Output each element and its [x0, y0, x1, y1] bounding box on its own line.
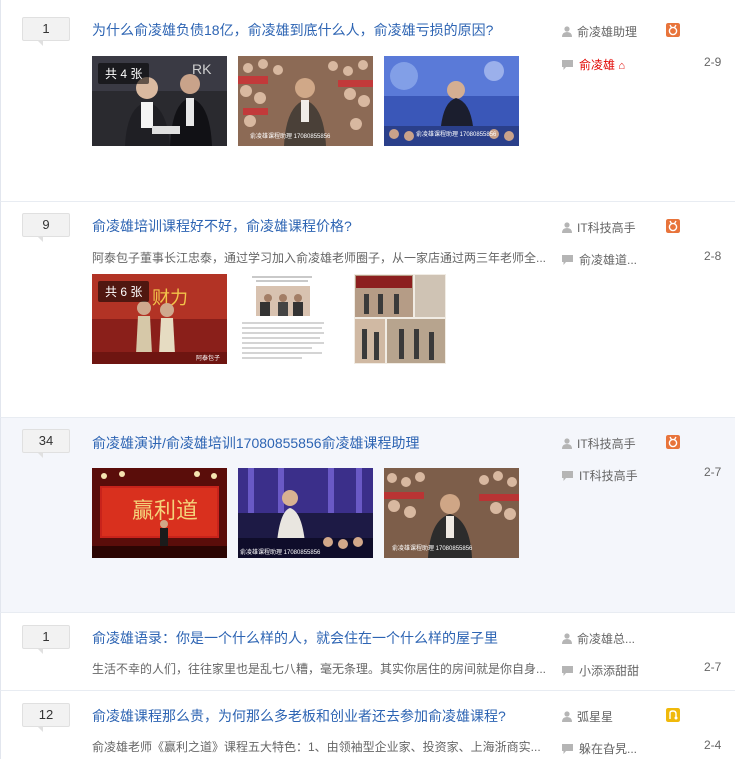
last-reply-date: 2-9 — [704, 55, 722, 69]
thread-item: 12 俞凌雄课程那么贵，为何那么多老板和创业者还去参加俞凌雄课程? 俞凌雄老师《… — [0, 691, 735, 759]
thread-image[interactable]: 俞凌雄课程助理 17080855856 — [384, 56, 519, 146]
photo-stage-lights: 俞凌雄课程助理 17080855856 — [238, 468, 373, 558]
thread-author[interactable]: 俞凌雄助理 — [562, 23, 637, 40]
thread-abstract: 俞凌雄老师《赢利之道》课程五大特色：1、由领袖型企业家、投资家、上海浙商实... — [92, 740, 541, 754]
svg-text:俞凌雄课程助理 17080855856: 俞凌雄课程助理 17080855856 — [416, 130, 497, 138]
user-icon — [562, 26, 572, 37]
thread-title[interactable]: 俞凌雄课程那么贵，为何那么多老板和创业者还去参加俞凌雄课程? — [92, 706, 506, 726]
svg-text:阿泰包子: 阿泰包子 — [196, 354, 220, 362]
thread-abstract: 生活不幸的人们，往往家里也是乱七八糟，毫无条理。其实你居住的房间就是你自身... — [92, 662, 547, 676]
reply-icon — [562, 744, 573, 754]
thread-image[interactable]: 财力 阿泰包子 共 6 张 — [92, 274, 227, 364]
photo-article — [238, 274, 328, 364]
user-icon — [562, 711, 572, 722]
image-count-badge: 共 4 张 — [98, 63, 150, 84]
level-icon — [666, 708, 680, 722]
author-name: 俞凌雄助理 — [577, 25, 638, 39]
level-icon — [666, 219, 680, 233]
last-reply-date: 2-7 — [704, 660, 722, 674]
thread-image[interactable] — [354, 274, 446, 364]
photo-speaker-audience: 俞凌雄课程助理 17080855856 — [384, 468, 519, 558]
replier-name: 小添添甜甜 — [579, 664, 640, 678]
reply-icon — [562, 255, 573, 265]
thread-image[interactable] — [238, 274, 328, 364]
thread-title[interactable]: 俞凌雄演讲/俞凌雄培训17080855856俞凌雄课程助理 — [92, 433, 420, 453]
svg-text:RK: RK — [192, 61, 212, 77]
last-replier[interactable]: 俞凌雄道... — [562, 251, 637, 268]
level-icon — [666, 435, 680, 449]
thread-item: 9 俞凌雄培训课程好不好，俞凌雄课程价格? 阿泰包子董事长江忠泰，通过学习加入俞… — [0, 202, 735, 418]
last-reply-date: 2-8 — [704, 249, 722, 263]
photo-stage-speaker: 俞凌雄课程助理 17080855856 — [384, 56, 519, 146]
thread-image[interactable]: 俞凌雄课程助理 17080855856 — [238, 468, 373, 558]
photo-red-stage: 贏利道 — [92, 468, 227, 558]
thread-image[interactable]: 贏利道 — [92, 468, 227, 558]
reply-count: 12 — [22, 703, 70, 732]
last-reply-date: 2-4 — [704, 738, 722, 752]
user-icon — [562, 222, 572, 233]
reply-icon — [562, 60, 573, 70]
thread-item: 1 俞凌雄语录：你是一个什么样的人，就会住在一个什么样的屋子里 生活不幸的人们，… — [0, 613, 735, 691]
author-name: IT科技高手 — [577, 221, 636, 235]
last-replier[interactable]: 小添添甜甜 — [562, 662, 639, 679]
reply-count: 1 — [22, 17, 70, 46]
author-name: IT科技高手 — [577, 437, 636, 451]
thread-title[interactable]: 为什么俞凌雄负债18亿，俞凌雄到底什么人，俞凌雄亏损的原因? — [92, 20, 493, 40]
thread-item: 1 为什么俞凌雄负债18亿，俞凌雄到底什么人，俞凌雄亏损的原因? RK 共 4 … — [0, 0, 735, 202]
thread-abstract: 阿泰包子董事长江忠泰，通过学习加入俞凌雄老师圈子，从一家店通过两三年老师全... — [92, 251, 547, 265]
reply-count: 9 — [22, 213, 70, 242]
reply-icon — [562, 471, 573, 481]
thread-image[interactable]: 俞凌雄课程助理 17080855856 — [238, 56, 373, 146]
thread-title[interactable]: 俞凌雄培训课程好不好，俞凌雄课程价格? — [92, 216, 352, 236]
reply-icon — [562, 666, 573, 676]
thread-image[interactable]: 俞凌雄课程助理 17080855856 — [384, 468, 519, 558]
thread-author[interactable]: IT科技高手 — [562, 435, 636, 452]
home-icon: ⌂ — [618, 60, 626, 72]
photo-collage — [354, 274, 446, 364]
svg-text:俞凌雄课程助理 17080855856: 俞凌雄课程助理 17080855856 — [250, 132, 331, 140]
user-icon — [562, 633, 572, 644]
image-count-badge: 共 6 张 — [98, 281, 150, 302]
last-reply-date: 2-7 — [704, 465, 722, 479]
last-replier[interactable]: 俞凌雄 ⌂ — [562, 56, 625, 73]
reply-count: 1 — [22, 625, 70, 654]
last-replier[interactable]: IT科技高手 — [562, 467, 638, 484]
replier-name: IT科技高手 — [579, 469, 638, 483]
replier-name: 躲在旮旯... — [579, 742, 638, 756]
user-icon — [562, 438, 572, 449]
svg-text:俞凌雄课程助理 17080855856: 俞凌雄课程助理 17080855856 — [392, 544, 473, 552]
replier-name: 俞凌雄 — [579, 58, 616, 72]
thread-author[interactable]: IT科技高手 — [562, 219, 636, 236]
thread-item: 34 俞凌雄演讲/俞凌雄培训17080855856俞凌雄课程助理 贏利道 俞凌雄… — [0, 418, 735, 613]
reply-count: 34 — [22, 429, 70, 458]
level-icon — [666, 23, 680, 37]
last-replier[interactable]: 躲在旮旯... — [562, 740, 637, 757]
svg-text:俞凌雄课程助理 17080855856: 俞凌雄课程助理 17080855856 — [240, 548, 321, 556]
author-name: 弧星星 — [577, 710, 614, 724]
thread-author[interactable]: 弧星星 — [562, 708, 613, 725]
photo-speaker-crowd: 俞凌雄课程助理 17080855856 — [238, 56, 373, 146]
thread-image[interactable]: RK 共 4 张 — [92, 56, 227, 146]
thread-title[interactable]: 俞凌雄语录：你是一个什么样的人，就会住在一个什么样的屋子里 — [92, 628, 498, 648]
author-name: 俞凌雄总... — [577, 632, 636, 646]
replier-name: 俞凌雄道... — [579, 253, 638, 267]
thread-author[interactable]: 俞凌雄总... — [562, 630, 635, 647]
